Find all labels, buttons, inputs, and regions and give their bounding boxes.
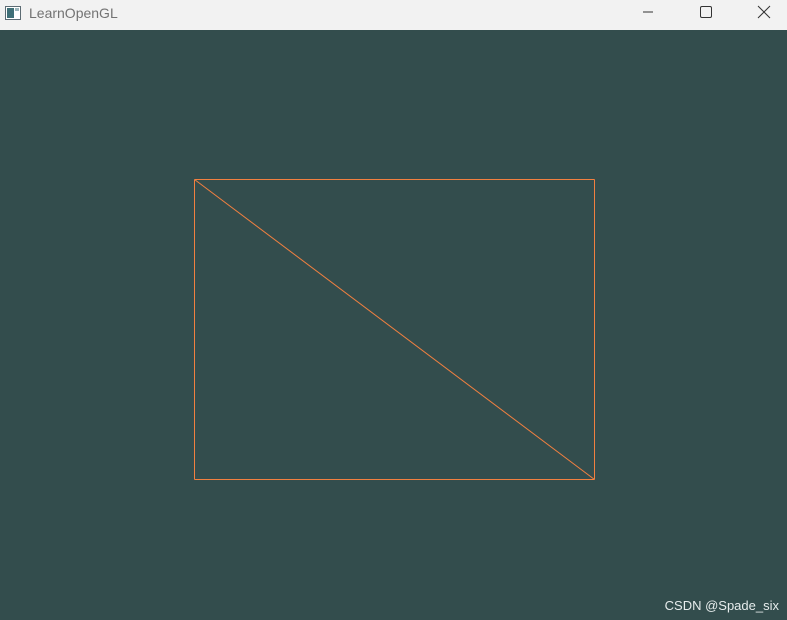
rendered-scene (0, 30, 787, 620)
close-button[interactable] (741, 0, 787, 24)
title-bar[interactable]: LearnOpenGL (0, 0, 787, 30)
window-title: LearnOpenGL (29, 5, 118, 21)
minimize-button[interactable] (625, 0, 671, 24)
window-app-icon (5, 5, 21, 21)
clear-color-background (0, 30, 787, 620)
opengl-viewport[interactable]: CSDN @Spade_six (0, 30, 787, 620)
opengl-window: LearnOpenGL CSDN @Spade_six (0, 0, 787, 620)
csdn-watermark: CSDN @Spade_six (664, 598, 779, 613)
close-icon (757, 5, 771, 19)
maximize-icon (700, 6, 712, 18)
minimize-icon (642, 6, 654, 18)
maximize-button[interactable] (683, 0, 729, 24)
